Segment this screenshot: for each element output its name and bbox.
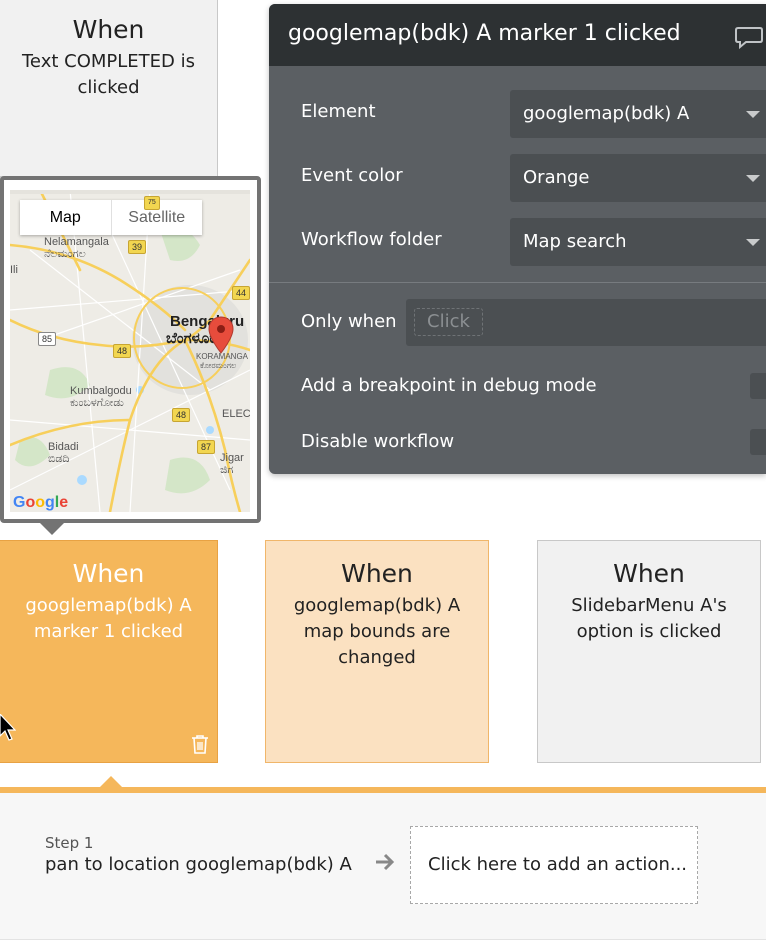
- event-card-description: Text COMPLETED is clicked: [22, 51, 195, 98]
- map-tab-map[interactable]: Map: [20, 200, 112, 235]
- highway-shield: 39: [128, 240, 147, 254]
- event-card-description: googlemap(bdk) A marker 1 clicked: [25, 595, 192, 642]
- google-logo: Google: [13, 494, 69, 511]
- map-preview-popup: Map Satellite Nelamangala ನೆಲಮಂಗಲ Bengal…: [0, 176, 261, 523]
- panel-header: googlemap(bdk) A marker 1 clicked: [269, 4, 766, 66]
- workflow-folder-label: Workflow folder: [301, 229, 442, 250]
- event-color-dropdown[interactable]: Orange: [510, 154, 766, 202]
- highway-shield: 48: [172, 408, 191, 422]
- event-card-when: When: [72, 15, 145, 44]
- element-dropdown[interactable]: googlemap(bdk) A: [510, 90, 766, 138]
- highway-shield: 87: [197, 440, 216, 454]
- step-number-label: Step 1: [45, 834, 94, 852]
- chevron-down-icon: [746, 111, 760, 118]
- workflow-folder-dropdown[interactable]: Map search: [510, 218, 766, 266]
- only-when-placeholder[interactable]: Click: [414, 308, 483, 336]
- event-card-text-completed[interactable]: When Text COMPLETED is clicked: [0, 0, 218, 177]
- disable-workflow-checkbox[interactable]: [750, 429, 766, 455]
- map-label-ili: Ili: [10, 264, 18, 276]
- map-label-nelamangala: Nelamangala: [44, 236, 109, 248]
- disable-workflow-label: Disable workflow: [301, 431, 455, 452]
- event-color-label: Event color: [301, 165, 403, 186]
- breakpoint-label: Add a breakpoint in debug mode: [301, 375, 597, 396]
- event-property-panel: googlemap(bdk) A marker 1 clicked Elemen…: [269, 4, 766, 474]
- comment-icon[interactable]: [734, 24, 764, 50]
- map-view[interactable]: Map Satellite Nelamangala ನೆಲಮಂಗಲ Bengal…: [10, 190, 250, 512]
- map-label-jigani: Jigar: [220, 452, 244, 464]
- step-1-action[interactable]: pan to location googlemap(bdk) A: [45, 853, 352, 877]
- chevron-down-icon: [746, 175, 760, 182]
- map-label-koramangala-kn: ಕೋರಮಂಗಲ: [200, 361, 237, 370]
- event-card-description: SlidebarMenu A's option is clicked: [571, 595, 727, 642]
- event-card-when: When: [613, 559, 685, 588]
- map-type-tabs: Map Satellite: [20, 200, 202, 235]
- event-card-bounds-changed[interactable]: When googlemap(bdk) A map bounds are cha…: [265, 540, 489, 763]
- event-color-dropdown-value: Orange: [523, 167, 590, 188]
- map-label-kumbalgodu: Kumbalgodu: [70, 385, 132, 397]
- map-label-bidadi: Bidadi: [48, 441, 79, 453]
- panel-title[interactable]: googlemap(bdk) A marker 1 clicked: [288, 20, 708, 48]
- breakpoint-checkbox[interactable]: [750, 373, 766, 399]
- element-dropdown-value: googlemap(bdk) A: [523, 103, 690, 124]
- element-label: Element: [301, 101, 376, 122]
- panel-divider: [269, 282, 766, 283]
- map-label-nelamangala-kn: ನೆಲಮಂಗಲ: [44, 248, 86, 260]
- highway-shield: 75: [144, 196, 160, 210]
- map-label-kumbalgodu-kn: ಕುಂಬಳಗೋಡು: [70, 397, 124, 409]
- event-card-slidebar-clicked[interactable]: When SlidebarMenu A's option is clicked: [537, 540, 761, 763]
- highway-shield: 48: [113, 344, 132, 358]
- trash-icon[interactable]: [191, 734, 209, 754]
- event-card-description: googlemap(bdk) A map bounds are changed: [293, 595, 461, 668]
- map-label-bidadi-kn: ಬಿಡದಿ: [48, 453, 70, 465]
- only-when-field[interactable]: Click: [406, 299, 766, 346]
- map-marker-pin-icon[interactable]: [208, 316, 234, 354]
- event-card-when: When: [341, 559, 413, 588]
- event-card-when: When: [72, 559, 145, 588]
- highway-shield: 85: [38, 332, 57, 346]
- event-card-marker-clicked[interactable]: When googlemap(bdk) A marker 1 clicked: [0, 540, 218, 763]
- map-popup-pointer: [38, 521, 66, 535]
- chevron-down-icon: [746, 239, 760, 246]
- mouse-cursor-icon: [0, 714, 16, 741]
- map-label-jigani-kn: ಜಿಗ: [220, 464, 234, 476]
- workflow-folder-dropdown-value: Map search: [523, 231, 627, 252]
- map-label-elect: ELECT: [222, 408, 250, 420]
- only-when-label: Only when: [301, 311, 397, 332]
- highway-shield: 44: [232, 286, 250, 300]
- arrow-right-icon: [376, 853, 395, 871]
- add-action-button[interactable]: Click here to add an action...: [410, 826, 698, 904]
